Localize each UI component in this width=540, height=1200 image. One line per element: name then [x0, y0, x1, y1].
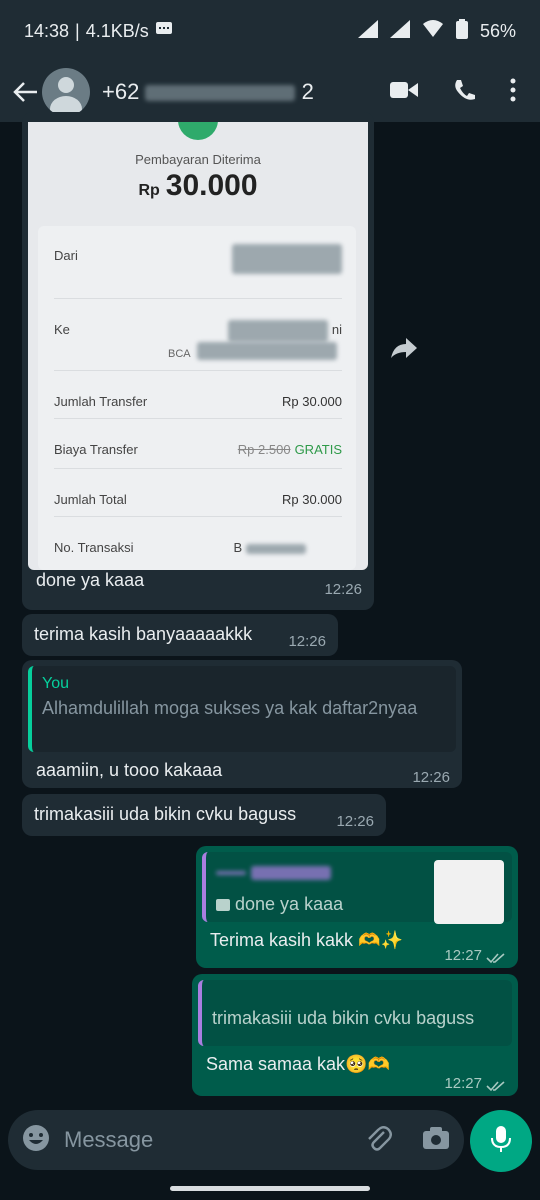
message-time: 12:26	[324, 581, 362, 598]
status-time: 14:38	[24, 20, 70, 41]
success-check-icon	[178, 122, 218, 140]
receipt-row: Jumlah Transfer Rp 30.000	[54, 394, 342, 409]
image-icon	[216, 899, 230, 912]
incoming-message[interactable]: trimakasiii uda bikin cvku baguss 12:26	[22, 794, 386, 836]
quote-author: You	[42, 675, 69, 692]
message-input[interactable]: Message	[64, 1127, 364, 1153]
back-arrow-icon[interactable]	[10, 77, 40, 107]
receipt-row: Biaya Transfer Rp 2.500 GRATIS	[54, 442, 342, 457]
attach-icon[interactable]	[364, 1124, 392, 1157]
network-speed: 4.1KB/s	[85, 20, 149, 41]
status-bar: 14:38 | 4.1KB/s 56%	[0, 0, 540, 62]
contact-name[interactable]: +62 2	[102, 79, 390, 105]
quoted-image-thumbnail	[434, 860, 504, 924]
signal-icon-2	[389, 19, 410, 43]
voice-call-icon[interactable]	[452, 78, 476, 107]
image-message[interactable]: Pembayaran Diterima Rp 30.000 Dari Ke ni …	[22, 112, 374, 610]
payment-receipt-image[interactable]: Pembayaran Diterima Rp 30.000 Dari Ke ni …	[28, 122, 368, 570]
quoted-message[interactable]: You Alhamdulillah moga sukses ya kak daf…	[28, 666, 456, 752]
message-text: trimakasiii uda bikin cvku baguss	[34, 804, 297, 824]
quote-text: trimakasiii uda bikin cvku baguss	[212, 1008, 475, 1028]
video-call-icon[interactable]	[390, 80, 418, 105]
message-time: 12:27	[444, 947, 482, 964]
message-time: 12:26	[288, 633, 326, 650]
more-options-icon[interactable]	[510, 78, 516, 107]
battery-icon	[455, 18, 468, 44]
emoji-icon[interactable]	[22, 1124, 50, 1157]
home-indicator	[170, 1186, 370, 1191]
receipt-row: Dari	[54, 244, 342, 274]
receipt-row: No. Transaksi B	[54, 536, 342, 560]
message-time: 12:26	[412, 769, 450, 786]
receipt-row: Jumlah Total Rp 30.000	[54, 492, 342, 507]
microphone-icon	[491, 1125, 511, 1158]
message-notification-icon	[155, 21, 173, 42]
voice-message-button[interactable]	[470, 1110, 532, 1172]
message-text: terima kasih banyaaaaakkk	[34, 624, 253, 644]
message-time: 12:27	[444, 1075, 482, 1092]
read-receipt-icon	[486, 946, 506, 970]
receipt-row: Ke ni	[54, 318, 342, 342]
quoted-message[interactable]: trimakasiii uda bikin cvku baguss	[198, 980, 512, 1046]
quote-text: Alhamdulillah moga sukses ya kak daftar2…	[42, 698, 418, 718]
avatar[interactable]	[42, 68, 90, 116]
message-text: done ya kaaa	[36, 570, 145, 590]
message-text: aaamiin, u tooo kakaaa	[36, 760, 223, 780]
forward-icon[interactable]	[390, 336, 418, 365]
signal-icon	[357, 19, 378, 43]
message-composer: Message	[8, 1110, 464, 1170]
incoming-message[interactable]: terima kasih banyaaaaakkk 12:26	[22, 614, 338, 656]
outgoing-reply-message[interactable]: trimakasiii uda bikin cvku baguss Sama s…	[192, 974, 518, 1096]
incoming-reply-message[interactable]: You Alhamdulillah moga sukses ya kak daf…	[22, 660, 462, 788]
quoted-message[interactable]: done ya kaaa	[202, 852, 512, 924]
receipt-details: Dari Ke ni BCA Jumlah Transfer Rp 30.000	[38, 226, 356, 570]
battery-level: 56%	[479, 20, 516, 41]
receipt-amount: Rp 30.000	[138, 169, 258, 202]
wifi-icon	[422, 19, 444, 43]
outgoing-reply-message[interactable]: done ya kaaa Terima kasih kakk 🫶✨ 12:27	[196, 846, 518, 968]
message-time: 12:26	[336, 813, 374, 830]
camera-icon[interactable]	[422, 1126, 450, 1155]
chat-area[interactable]: Pembayaran Diterima Rp 30.000 Dari Ke ni …	[0, 112, 540, 1100]
quote-text: done ya kaaa	[235, 894, 344, 914]
read-receipt-icon	[486, 1074, 506, 1098]
